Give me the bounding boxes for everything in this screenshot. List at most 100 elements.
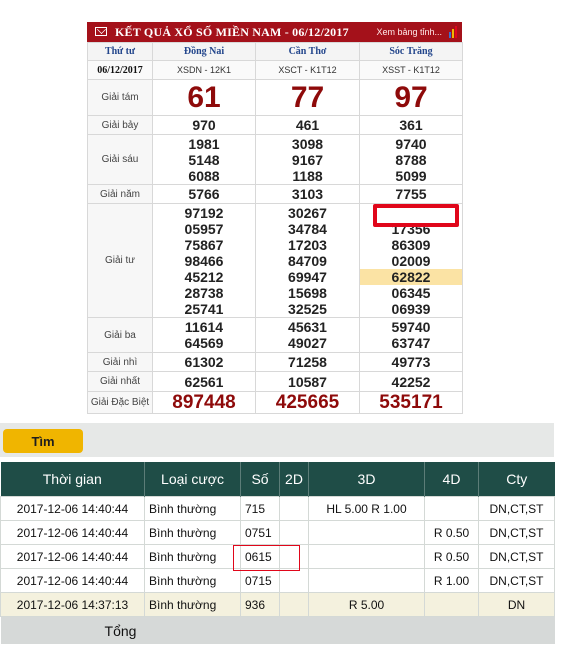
prize-value: 49027: [288, 335, 327, 351]
prize-value: 45631: [288, 319, 327, 335]
weekday-label: Thứ tư: [87, 42, 153, 61]
lottery-title: KẾT QUẢ XỔ SỐ MIỀN NAM - 06/12/2017: [115, 25, 349, 39]
cell-bet-type: Bình thường: [144, 544, 241, 569]
prize-label: Giải năm: [87, 184, 153, 204]
prize-value: 970: [192, 117, 216, 133]
prize-value: 3098: [291, 135, 324, 152]
prize-value: 42252: [391, 373, 431, 390]
prize-value: 02009: [391, 252, 431, 269]
cell-bet-type: Bình thường: [144, 568, 241, 593]
prize-value: 61: [187, 80, 221, 114]
cell-2d: [279, 520, 309, 545]
cell-3d: R 5.00: [308, 592, 425, 617]
bar-chart-icon: [449, 26, 457, 38]
cell-4d: R 0.50: [424, 520, 479, 545]
province-name[interactable]: Cần Thơ: [255, 42, 360, 61]
search-button[interactable]: Tìm: [3, 429, 83, 453]
cell-time: 2017-12-06 14:40:44: [0, 496, 145, 521]
prize-value: 32525: [288, 300, 327, 317]
prize-label: Giải sáu: [87, 134, 153, 185]
prize-value: 361: [399, 117, 423, 133]
prize-label: Giải Đặc Biệt: [87, 391, 153, 414]
prize-value: 3103: [291, 186, 324, 202]
cell-bet-type: Bình thường: [144, 592, 241, 617]
cell-company: DN,CT,ST: [478, 568, 555, 593]
view-table-link[interactable]: Xem bảng tỉnh...: [376, 27, 442, 37]
prize-value: 5766: [188, 186, 220, 202]
table-row[interactable]: 2017-12-06 14:37:13 Bình thường 936 R 5.…: [0, 592, 555, 617]
red-highlight-box: [233, 545, 300, 571]
column-header-company[interactable]: Cty: [478, 462, 555, 497]
prize-value: 63747: [391, 335, 431, 351]
prize-label: Giải nhất: [87, 371, 153, 392]
cell-4d: R 1.00: [424, 568, 479, 593]
cell-4d: [424, 592, 479, 617]
prize-value-highlighted: 62822: [360, 268, 462, 285]
prize-value: 98466: [184, 252, 224, 269]
prize-value: 30267: [288, 204, 327, 221]
mail-icon: [95, 27, 107, 36]
prize-label: Giải tám: [87, 79, 153, 116]
prize-value: 71258: [288, 354, 327, 370]
prize-value: 25741: [184, 300, 224, 317]
prize-label: Giải nhì: [87, 352, 153, 372]
prize-label: Giải tư: [87, 203, 153, 318]
prize-value: 75867: [184, 236, 224, 253]
prize-value: 45212: [184, 268, 224, 285]
prize-label: Giải ba: [87, 317, 153, 353]
total-label: Tổng: [0, 616, 241, 644]
special-prize-value: 535171: [379, 391, 443, 413]
total-row: Tổng: [0, 616, 555, 644]
prize-value: 59740: [391, 319, 431, 335]
cell-4d: R 0.50: [424, 544, 479, 569]
province-name[interactable]: Sóc Trăng: [359, 42, 463, 61]
prize-value: 62561: [184, 373, 224, 390]
cell-2d: [279, 592, 309, 617]
cell-time: 2017-12-06 14:40:44: [0, 520, 145, 545]
cell-number: 0715: [240, 568, 280, 593]
prize-label: Giải bảy: [87, 115, 153, 135]
cell-2d: [279, 496, 309, 521]
prize-value: 61302: [184, 354, 224, 370]
lottery-table: Thứ tư Đồng Nai Cần Thơ Sóc Trăng 06/12/…: [87, 42, 463, 414]
prize-value: 10587: [288, 373, 327, 390]
province-code: XSDN - 12K1: [152, 60, 256, 80]
lottery-header: KẾT QUẢ XỔ SỐ MIỀN NAM - 06/12/2017 Xem …: [87, 22, 462, 42]
prize-value: 05957: [184, 220, 224, 237]
prize-value: 1188: [292, 167, 323, 184]
prize-value: 1981: [188, 135, 220, 152]
prize-value: 69947: [288, 268, 327, 285]
column-header-4d[interactable]: 4D: [424, 462, 479, 497]
cell-3d: [308, 544, 425, 569]
special-prize-value: 897448: [172, 391, 236, 413]
filter-bar: Tìm: [0, 423, 554, 457]
prize-value: 5099: [395, 167, 427, 184]
column-header-2d[interactable]: 2D: [279, 462, 309, 497]
cell-time: 2017-12-06 14:37:13: [0, 592, 145, 617]
prize-value: 6088: [188, 167, 220, 184]
prize-value: 17203: [288, 236, 327, 253]
prize-value: 84709: [288, 252, 327, 269]
province-name[interactable]: Đồng Nai: [152, 42, 256, 61]
red-redaction-mark: [373, 204, 459, 227]
cell-company: DN: [478, 592, 555, 617]
cell-3d: [308, 568, 425, 593]
province-code: XSCT - K1T12: [255, 60, 360, 80]
cell-number: 0751: [240, 520, 280, 545]
column-header-bet-type[interactable]: Loại cược: [144, 462, 241, 497]
cell-number: 936: [240, 592, 280, 617]
cell-2d: [279, 568, 309, 593]
cell-4d: [424, 496, 479, 521]
cell-company: DN,CT,ST: [478, 496, 555, 521]
table-row[interactable]: 2017-12-06 14:40:44 Bình thường 715 HL 5…: [0, 496, 555, 521]
special-prize-value: 425665: [275, 391, 340, 413]
prize-value: 8788: [395, 151, 427, 168]
column-header-time[interactable]: Thời gian: [0, 462, 145, 497]
column-header-3d[interactable]: 3D: [308, 462, 425, 497]
table-row[interactable]: 2017-12-06 14:40:44 Bình thường 0751 R 0…: [0, 520, 555, 545]
cell-3d: [308, 520, 425, 545]
cell-number: 715: [240, 496, 280, 521]
column-header-number[interactable]: Số: [240, 462, 280, 497]
prize-value: 9740: [395, 135, 427, 152]
table-row[interactable]: 2017-12-06 14:40:44 Bình thường 0715 R 1…: [0, 568, 555, 593]
